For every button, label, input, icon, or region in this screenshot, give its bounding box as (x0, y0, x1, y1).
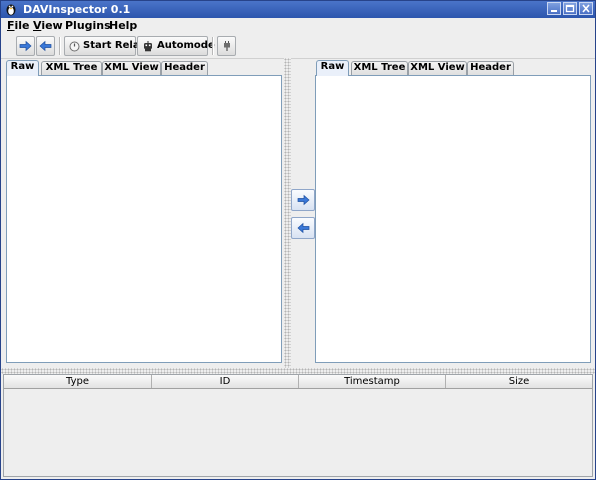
arrow-right-icon (19, 40, 32, 52)
robot-icon (144, 41, 152, 52)
automode-button[interactable]: Automode (137, 36, 215, 56)
arrow-left-icon (39, 40, 52, 52)
forward-button[interactable] (16, 36, 35, 56)
column-header-type[interactable]: Type (4, 375, 152, 388)
left-tab-header[interactable]: Header (161, 61, 208, 75)
request-table[interactable]: Type ID Timestamp Size (3, 374, 593, 477)
menu-plugins[interactable]: Plugins (65, 19, 111, 33)
vertical-split-divider[interactable] (284, 58, 291, 368)
app-window: DAVInspector 0.1 File View Plugins Help … (0, 0, 596, 480)
minimize-button[interactable] (547, 2, 561, 15)
copy-right-button[interactable] (291, 189, 315, 211)
left-tab-xml-tree[interactable]: XML Tree (41, 61, 102, 75)
arrow-left-icon (297, 222, 310, 234)
title-bar[interactable]: DAVInspector 0.1 (1, 1, 595, 18)
back-button[interactable] (36, 36, 55, 56)
copy-left-button[interactable] (291, 217, 315, 239)
right-tab-xml-tree[interactable]: XML Tree (351, 61, 408, 75)
right-tab-raw[interactable]: Raw (316, 60, 349, 76)
menu-file-mnemonic: F (7, 19, 15, 32)
arrow-right-icon (297, 194, 310, 206)
power-icon (69, 41, 80, 52)
toolbar: Start Relay Automode (1, 34, 595, 59)
automode-label: Automode (157, 40, 215, 51)
menu-file-label: ile (14, 19, 30, 32)
toolbar-separator (59, 37, 61, 55)
minimize-icon (551, 10, 557, 12)
table-header: Type ID Timestamp Size (4, 375, 592, 389)
plug-icon (224, 41, 230, 51)
right-panel: Raw XML Tree XML View Header (315, 60, 591, 367)
right-raw-editor[interactable] (315, 75, 591, 363)
maximize-button[interactable] (563, 2, 577, 15)
column-header-id[interactable]: ID (152, 375, 299, 388)
left-panel: Raw XML Tree XML View Header (6, 60, 282, 367)
maximize-icon (565, 4, 575, 13)
left-tab-xml-view[interactable]: XML View (102, 61, 161, 75)
menu-plugins-label: Plugins (65, 19, 111, 32)
start-relay-button[interactable]: Start Relay (64, 36, 146, 56)
close-icon (582, 4, 590, 13)
window-title: DAVInspector 0.1 (23, 3, 131, 16)
menu-help[interactable]: Help (109, 19, 137, 33)
toolbar-separator (212, 37, 214, 55)
plugin-button[interactable] (217, 36, 236, 56)
menu-view-label: iew (41, 19, 63, 32)
menu-view[interactable]: View (33, 19, 63, 33)
column-header-size[interactable]: Size (446, 375, 592, 388)
menu-file[interactable]: File (7, 19, 30, 33)
close-button[interactable] (579, 2, 593, 15)
penguin-icon (6, 4, 16, 16)
column-header-timestamp[interactable]: Timestamp (299, 375, 446, 388)
menu-help-label: Help (109, 19, 138, 32)
right-tab-xml-view[interactable]: XML View (408, 61, 467, 75)
menu-bar: File View Plugins Help (1, 18, 595, 34)
right-tab-header[interactable]: Header (467, 61, 514, 75)
left-tab-raw[interactable]: Raw (6, 60, 39, 76)
left-raw-editor[interactable] (6, 75, 282, 363)
